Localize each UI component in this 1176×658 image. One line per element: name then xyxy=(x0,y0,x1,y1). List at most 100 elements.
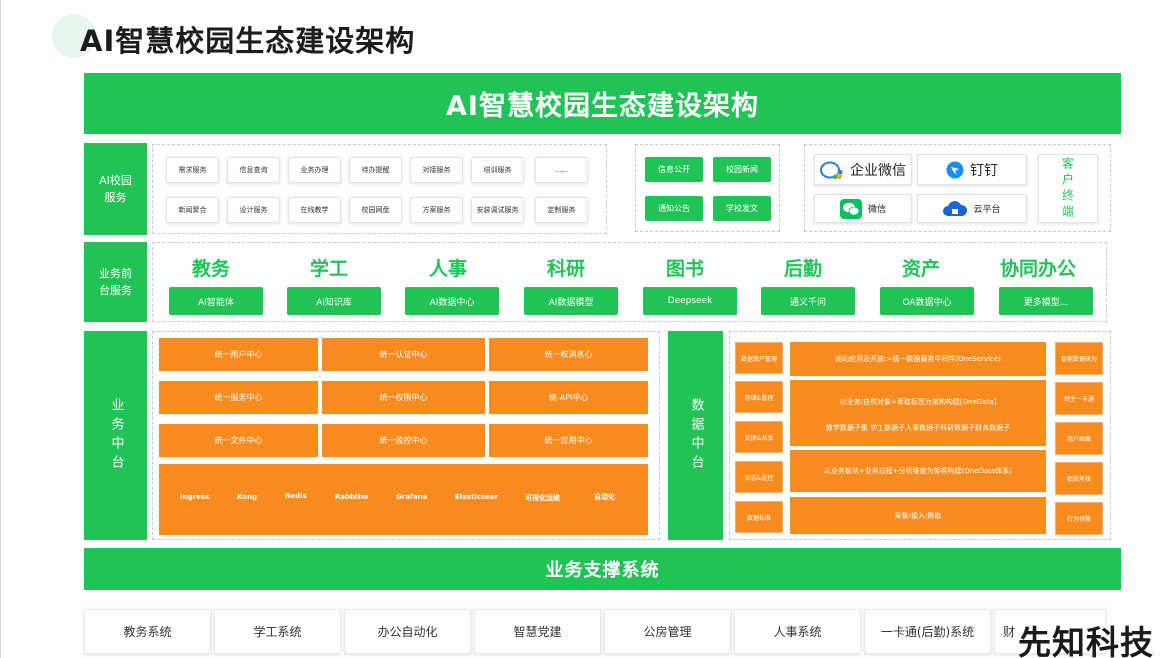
module-title: 协同办公 xyxy=(999,258,1076,280)
module-button[interactable]: OA数据中心 xyxy=(880,287,974,315)
data-right-card[interactable]: 行为预警 xyxy=(1055,502,1103,535)
tech-item: Ingress xyxy=(180,493,210,501)
module-button[interactable]: AI知识库 xyxy=(287,287,381,315)
module-title: 教务 xyxy=(191,258,230,280)
app-dingtalk[interactable]: 钉钉 xyxy=(917,154,1027,185)
tech-item: 可视化运维 xyxy=(525,494,560,502)
module-button[interactable]: Deepseek xyxy=(643,287,737,315)
module-button[interactable]: AI智能体 xyxy=(169,287,263,315)
business-module[interactable]: 统一认证中心 xyxy=(322,338,485,371)
service-card[interactable]: 方案服务 xyxy=(410,197,463,223)
app-wecom-label: 企业微信 xyxy=(850,162,906,179)
app-wechat-label: 微信 xyxy=(867,205,886,215)
tech-stack-box: Ingress Kong Redis Rabbitm Grafana Elast… xyxy=(159,464,648,535)
module-button[interactable]: AI数据模型 xyxy=(524,287,618,315)
data-left-card[interactable]: 交换&共享 xyxy=(735,421,783,453)
module-button[interactable]: AI数据中心 xyxy=(405,287,499,315)
data-onedata-title: 以业务/自然对象+萃取标签为架构构建[OneData] xyxy=(839,398,997,406)
page-edge xyxy=(0,0,1,658)
module-button[interactable]: 更多模型... xyxy=(999,287,1093,315)
data-right-card[interactable]: 智能数据研为 xyxy=(1055,342,1103,375)
service-card[interactable]: 定制服务 xyxy=(535,197,588,223)
row-label-ai-services-text: AI校园服务 xyxy=(99,174,132,204)
tech-item: Grafana xyxy=(396,493,428,501)
client-terminal[interactable]: 客户终端 xyxy=(1038,154,1098,223)
business-module[interactable]: 统一服务中心 xyxy=(159,381,318,414)
business-module[interactable]: 统一权限中心 xyxy=(322,381,485,414)
module-title: 人事 xyxy=(428,258,467,280)
data-service-layer[interactable]: 面向应用及开放:>统一数据服务中间件(OneService) xyxy=(790,342,1046,376)
business-module[interactable]: 统-API中心 xyxy=(489,381,648,414)
app-wecom[interactable]: 企业微信 xyxy=(814,154,912,185)
wechat-icon xyxy=(839,198,862,219)
row-label-data-center: 数据中台 xyxy=(668,331,723,540)
service-card[interactable]: 业务办理 xyxy=(288,157,341,183)
service-card[interactable]: 需求服务 xyxy=(166,157,219,183)
business-module[interactable]: 统一监控中心 xyxy=(322,424,485,457)
row-label-data-center-text: 数据中台 xyxy=(688,397,704,474)
system-card[interactable]: 办公自动化 xyxy=(344,609,471,654)
support-systems-bar: 业务支撑系统 xyxy=(84,548,1121,590)
dingtalk-icon xyxy=(946,161,964,179)
data-onedata-layer[interactable]: 以业务/自然对象+萃取标签为架构构建[OneData] 教学数据子集 学工数据子… xyxy=(790,380,1046,446)
system-card[interactable]: 公房管理 xyxy=(604,609,731,654)
system-card[interactable]: 学工系统 xyxy=(214,609,341,654)
module-button[interactable]: 通义千问 xyxy=(761,287,855,315)
row-label-business-center: 业务中台 xyxy=(84,331,147,540)
service-card[interactable]: 校园网盘 xyxy=(349,197,402,223)
business-center-panel: 统一用户中心 统一认证中心 统一权消息心 统一服务中心 统一权限中心 统-API… xyxy=(152,331,660,540)
data-right-card[interactable]: 绩效考核 xyxy=(1055,462,1103,495)
data-right-card[interactable]: 师生一卡通 xyxy=(1055,382,1103,415)
service-card[interactable]: ...... xyxy=(535,157,588,183)
data-collect-layer[interactable]: 采集/接入/爬取 xyxy=(790,497,1046,534)
ai-services-panel: 需求服务 信息查询 业务办理 待办提醒 对接服务 培训服务 ...... 新闻聚… xyxy=(152,144,607,234)
data-left-card[interactable]: 数据资产管理 xyxy=(735,342,783,374)
frontend-modules-panel: 教务 AI智能体 学工 AI知识库 人事 AI数据中心 科研 AI数据模型 图书… xyxy=(152,242,1107,322)
system-card[interactable]: 一卡通(后勤)系统 xyxy=(864,609,991,654)
service-card[interactable]: 待办提醒 xyxy=(349,157,402,183)
architecture-banner: AI智慧校园生态建设架构 xyxy=(84,73,1121,134)
app-wechat[interactable]: 微信 xyxy=(814,194,912,223)
tech-item: Elasticsear xyxy=(455,493,499,501)
tech-item: Redis xyxy=(285,492,307,500)
client-apps-panel: 企业微信 钉钉 微信 云平台 客户终端 xyxy=(804,144,1111,232)
business-module[interactable]: 统一文件中心 xyxy=(159,424,318,457)
data-left-card[interactable]: 数据标准 xyxy=(735,501,783,533)
system-card[interactable]: 教务系统 xyxy=(84,609,211,654)
row-label-business-center-text: 业务中台 xyxy=(108,397,124,474)
page-title: AI智慧校园生态建设架构 xyxy=(80,24,416,58)
module-title: 科研 xyxy=(546,258,585,280)
row-label-frontend-text: 业务前台服务 xyxy=(99,267,132,297)
data-left-card[interactable]: 日志&监控 xyxy=(735,461,783,493)
service-card[interactable]: 信息查询 xyxy=(227,157,280,183)
service-card[interactable]: 安装调试服务 xyxy=(471,197,524,223)
business-module[interactable]: 统一应用中心 xyxy=(489,424,648,457)
module-title: 后勤 xyxy=(783,258,822,280)
business-module[interactable]: 统一权消息心 xyxy=(489,338,648,371)
info-button[interactable]: 通知公告 xyxy=(645,196,703,221)
info-button[interactable]: 信息公开 xyxy=(645,157,703,182)
service-card[interactable]: 设计服务 xyxy=(227,197,280,223)
system-card[interactable]: 智慧党建 xyxy=(474,609,601,654)
system-card[interactable]: 人事系统 xyxy=(734,609,861,654)
data-system-layer[interactable]: 以业务板块+业务过程+分析维度为架构构建(OneData体系) xyxy=(790,450,1046,492)
service-card[interactable]: 培训服务 xyxy=(471,157,524,183)
app-cloud[interactable]: 云平台 xyxy=(917,194,1027,223)
service-card[interactable]: 新闻聚合 xyxy=(166,197,219,223)
service-card[interactable]: 在线教学 xyxy=(288,197,341,223)
data-right-card[interactable]: 用户画像 xyxy=(1055,422,1103,455)
data-subsets: 教学数据子集 学工数据子人事数据子科研数据子财务数据子 xyxy=(825,424,1011,432)
business-module[interactable]: 统一用户中心 xyxy=(159,338,318,371)
service-card[interactable]: 对接服务 xyxy=(410,157,463,183)
app-cloud-label: 云平台 xyxy=(973,205,1001,215)
tech-item: Kong xyxy=(237,493,258,501)
brand-watermark: 先知科技 xyxy=(1018,623,1154,658)
row-label-frontend: 业务前台服务 xyxy=(84,242,147,322)
data-center-panel: 数据资产管理 存储&管理 交换&共享 日志&监控 数据标准 面向应用及开放:>统… xyxy=(729,331,1111,540)
data-left-card[interactable]: 存储&管理 xyxy=(735,381,783,413)
info-button[interactable]: 校园新闻 xyxy=(713,157,771,182)
row-label-ai-services: AI校园服务 xyxy=(84,143,147,235)
info-services-panel: 信息公开 校园新闻 通知公告 学校发文 xyxy=(635,144,780,232)
cloud-icon xyxy=(943,200,968,218)
info-button[interactable]: 学校发文 xyxy=(713,196,771,221)
